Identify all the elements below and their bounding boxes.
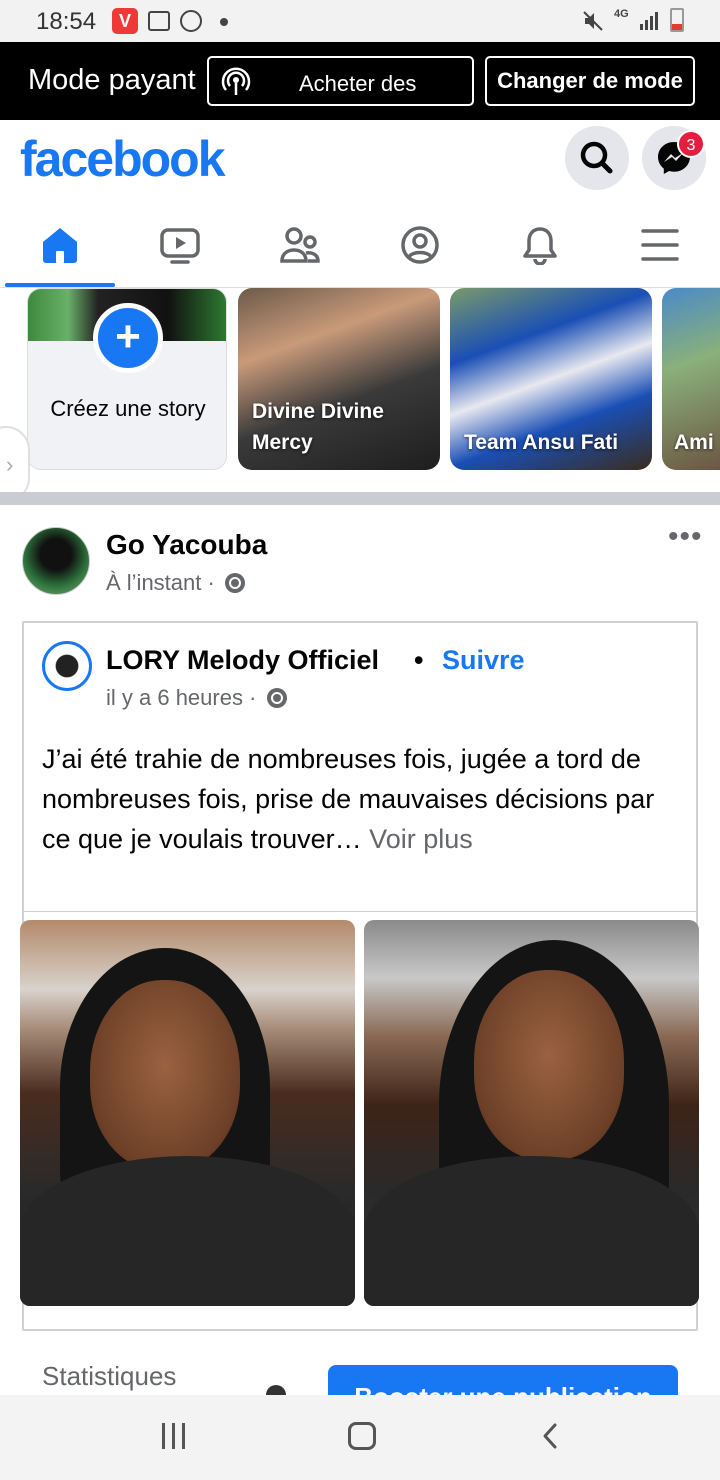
change-mode-button[interactable]: Changer de mode [485, 56, 695, 106]
post-photo[interactable] [364, 920, 699, 1306]
story-card[interactable]: Team Ansu Fati [450, 288, 652, 470]
story-card[interactable]: Ami [662, 288, 720, 470]
mute-icon [583, 11, 603, 31]
see-more-link[interactable]: Voir plus [369, 824, 473, 854]
shared-post-author[interactable]: LORY Melody Officiel [106, 645, 379, 676]
stories-tray: + Créez une story Divine Divine Mercy Te… [0, 288, 720, 492]
separator-dot: • [414, 645, 424, 675]
status-time: 18:54 [36, 8, 97, 35]
insights-label[interactable]: Statistiques [42, 1361, 176, 1392]
create-story-label: Créez une story [50, 396, 206, 421]
story-author-name: Team Ansu Fati [464, 431, 619, 454]
broadcast-icon [221, 67, 251, 95]
recent-apps-icon[interactable] [162, 1423, 188, 1449]
post-photos [20, 920, 700, 1306]
home-icon [43, 228, 77, 263]
active-tab-indicator [5, 283, 115, 287]
tab-watch[interactable] [120, 208, 240, 288]
buy-data-label: Acheter des [299, 71, 417, 96]
avatar[interactable] [42, 641, 92, 691]
facebook-logo[interactable]: facebook [20, 130, 226, 188]
gallery-icon [148, 11, 170, 31]
photo-detail [20, 1156, 355, 1306]
chevron-right-icon: › [6, 452, 14, 477]
shared-post-meta: il y a 6 heures · [106, 685, 287, 711]
system-navigation-bar [0, 1395, 720, 1480]
app-header: facebook 3 [0, 120, 720, 208]
post-time: À l’instant · [106, 570, 215, 595]
nav-tabs [0, 208, 720, 288]
story-author-name: Ami [674, 431, 714, 454]
tab-notifications[interactable] [480, 208, 600, 288]
mode-title: Mode payant [28, 64, 196, 96]
boost-post-button[interactable]: Booster une publication [328, 1365, 678, 1395]
photo-detail [474, 970, 624, 1160]
shared-post-time: il y a 6 heures · [106, 685, 257, 710]
feed-divider [0, 492, 720, 505]
profile-icon [401, 226, 439, 264]
tab-profile[interactable] [360, 208, 480, 288]
network-type: 4G [614, 8, 629, 20]
home-button-icon[interactable] [348, 1422, 376, 1450]
story-scroll-handle[interactable]: › [0, 426, 30, 492]
search-button[interactable] [565, 126, 629, 190]
globe-icon [224, 573, 245, 593]
watch-icon [160, 228, 200, 264]
signal-icon [640, 12, 658, 30]
story-card[interactable]: Divine Divine Mercy [238, 288, 440, 470]
create-story-card[interactable]: + Créez une story [27, 288, 227, 470]
menu-icon [641, 229, 679, 261]
globe-icon [266, 688, 287, 708]
post-photo[interactable] [20, 920, 355, 1306]
friends-icon [280, 227, 320, 263]
messenger-badge: 3 [677, 130, 705, 158]
tab-menu[interactable] [600, 208, 720, 288]
battery-icon [670, 8, 684, 32]
tab-home[interactable] [0, 208, 120, 288]
notification-dot-icon [220, 18, 228, 26]
status-bar: 18:54 V 4G [0, 0, 720, 42]
search-icon [580, 141, 613, 174]
follow-button[interactable]: Suivre [442, 645, 525, 676]
vivaldi-icon: V [112, 8, 138, 34]
story-author-name: Divine Divine Mercy [252, 400, 384, 454]
info-icon[interactable] [266, 1385, 286, 1395]
more-options-icon[interactable]: ••• [668, 522, 703, 552]
feed-post: Go Yacouba À l’instant · ••• LORY Melody… [0, 505, 720, 1395]
add-story-icon[interactable]: + [93, 303, 163, 373]
post-body: J’ai été trahie de nombreuses fois, jugé… [42, 744, 655, 854]
notifications-icon [523, 227, 557, 265]
photo-detail [90, 980, 240, 1170]
photo-detail [364, 1156, 699, 1306]
post-meta: À l’instant · [106, 570, 245, 596]
back-icon[interactable] [540, 1422, 560, 1450]
sync-icon [180, 10, 202, 32]
post-text: J’ai été trahie de nombreuses fois, jugé… [42, 739, 682, 859]
post-author[interactable]: Go Yacouba [106, 529, 267, 561]
avatar[interactable] [22, 527, 90, 595]
divider [24, 911, 696, 912]
tab-friends[interactable] [240, 208, 360, 288]
buy-data-button[interactable]: Acheter des [207, 56, 474, 106]
data-mode-bar: Mode payant Acheter des Changer de mode [0, 42, 720, 120]
